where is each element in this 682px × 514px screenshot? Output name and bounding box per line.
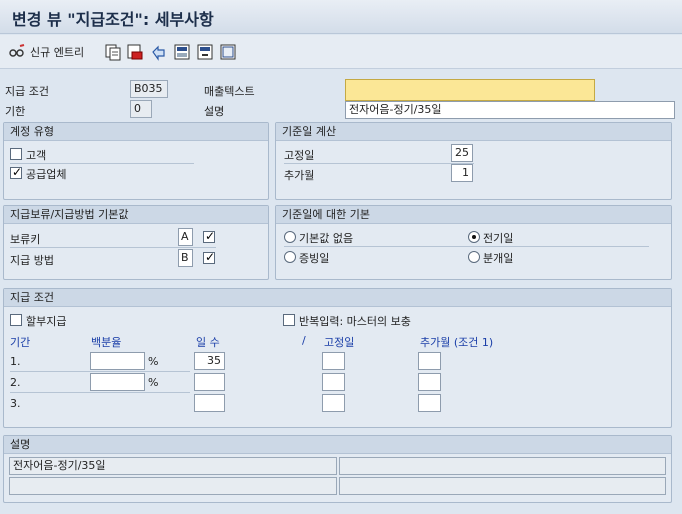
radio-entry-date[interactable] (468, 251, 480, 263)
extra-month-label: 추가월 (284, 169, 315, 182)
col-fixed-header: 고정일 (324, 336, 355, 349)
radio-doc-date[interactable] (468, 231, 480, 243)
row-3-extra-input[interactable] (418, 394, 441, 412)
explanation-line-4 (339, 477, 666, 495)
copy-icon (104, 43, 122, 61)
row-3-fixed-input[interactable] (322, 394, 345, 412)
copy-button[interactable] (104, 42, 122, 62)
repeat-checkbox[interactable] (283, 314, 295, 326)
glasses-pen-icon (8, 43, 26, 61)
pay-method-label: 지급 방법 (10, 254, 54, 267)
select-all-button[interactable] (173, 42, 191, 62)
sales-text-label: 매출텍스트 (204, 85, 255, 98)
col-percent-header: 백분율 (91, 336, 122, 349)
block-key-input[interactable]: A (178, 228, 193, 246)
explanation-line-1: 전자어음-정기/35일 (9, 457, 337, 475)
customer-label: 고객 (26, 149, 47, 162)
row-3-number: 3. (10, 397, 21, 410)
row-1-days-input[interactable]: 35 (194, 352, 225, 370)
title-bar: 변경 뷰 "지급조건": 세부사항 (0, 0, 682, 34)
row-2-percent-sign: % (148, 376, 159, 389)
pay-term-field[interactable]: B035 (130, 80, 168, 98)
row-1-percent-sign: % (148, 355, 159, 368)
row-2-extra-input[interactable] (418, 373, 441, 391)
sales-text-input[interactable] (345, 79, 595, 101)
fixed-day-input[interactable]: 25 (451, 144, 473, 162)
block-key-label: 보류키 (10, 233, 41, 246)
select-block-button[interactable] (196, 42, 214, 62)
delete-button[interactable] (126, 42, 144, 62)
baseline-calc-title: 기준일 계산 (276, 123, 671, 141)
baseline-default-title: 기준일에 대한 기본 (276, 206, 671, 224)
period-label: 기한 (5, 105, 26, 118)
delete-icon (126, 43, 144, 61)
pay-method-input[interactable]: B (178, 249, 193, 267)
row-1-number: 1. (10, 355, 21, 368)
row-2-fixed-input[interactable] (322, 373, 345, 391)
installment-label: 할부지급 (26, 315, 67, 328)
col-period-header: 기간 (10, 336, 31, 349)
description-label: 설명 (204, 105, 225, 118)
pay-terms-title: 지급 조건 (4, 289, 671, 307)
row-1-fixed-input[interactable] (322, 352, 345, 370)
pay-term-label: 지급 조건 (5, 85, 49, 98)
col-slash-header: / (302, 334, 306, 347)
explanation-title: 설명 (4, 436, 671, 454)
deselect-icon (219, 43, 237, 61)
row-2-days-input[interactable] (194, 373, 225, 391)
radio-no-default[interactable] (284, 231, 296, 243)
vendor-checkbox[interactable]: ✓ (10, 165, 22, 179)
block-default-title: 지급보류/지급방법 기본값 (4, 206, 268, 224)
select-block-icon (196, 43, 214, 61)
block-default-group: 지급보류/지급방법 기본값 (3, 205, 269, 280)
row-2-percent-input[interactable] (90, 373, 145, 391)
doc-date-label: 전기일 (483, 232, 514, 245)
new-entry-label: 신규 엔트리 (30, 46, 85, 59)
explanation-line-3 (9, 477, 337, 495)
period-field[interactable]: 0 (130, 100, 152, 118)
vendor-label: 공급업체 (26, 168, 67, 181)
row-3-days-input[interactable] (194, 394, 225, 412)
explanation-line-2 (339, 457, 666, 475)
extra-month-input[interactable]: 1 (451, 164, 473, 182)
page-title: 변경 뷰 "지급조건": 세부사항 (12, 10, 214, 29)
row-2-number: 2. (10, 376, 21, 389)
no-default-label: 기본값 없음 (299, 232, 354, 245)
undo-button[interactable] (150, 42, 168, 62)
toolbar: 신규 엔트리 (0, 35, 682, 69)
repeat-label: 반복입력: 마스터의 보충 (299, 315, 411, 328)
fixed-day-label: 고정일 (284, 149, 315, 162)
deselect-all-button[interactable] (219, 42, 237, 62)
row-1-extra-input[interactable] (418, 352, 441, 370)
baseline-calc-group: 기준일 계산 (275, 122, 672, 200)
radio-evidence-date[interactable] (284, 251, 296, 263)
col-days-header: 일 수 (196, 336, 220, 349)
block-key-checkbox[interactable]: ✓ (203, 229, 215, 243)
new-entry-button[interactable]: 신규 엔트리 (8, 42, 84, 62)
account-type-title: 계정 유형 (4, 123, 268, 141)
entry-date-label: 분개일 (483, 252, 514, 265)
evidence-date-label: 증빙일 (299, 252, 330, 265)
pay-method-checkbox[interactable]: ✓ (203, 250, 215, 264)
undo-icon (150, 43, 168, 61)
description-input[interactable]: 전자어음-정기/35일 (345, 101, 675, 119)
row-1-percent-input[interactable] (90, 352, 145, 370)
customer-checkbox[interactable] (10, 148, 22, 160)
installment-checkbox[interactable] (10, 314, 22, 326)
select-all-icon (173, 43, 191, 61)
col-extra-header: 추가월 (조건 1) (420, 336, 494, 349)
